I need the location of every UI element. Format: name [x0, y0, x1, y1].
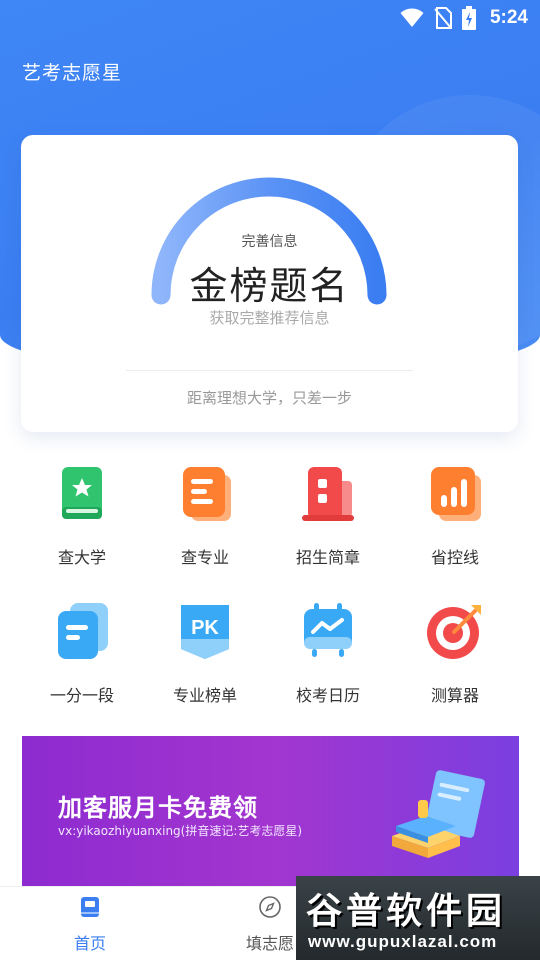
compass-icon — [259, 896, 281, 918]
promo-banner[interactable]: 加客服月卡免费领 vx:yikaozhiyuanxing(拼音速记:艺考志愿星) — [22, 736, 519, 886]
feature-label: 专业榜单 — [172, 686, 237, 705]
book-star-icon — [62, 467, 102, 519]
feature-label: 查大学 — [57, 548, 106, 567]
card-divider — [126, 370, 413, 371]
card-footer-text: 距离理想大学，只差一步 — [186, 389, 352, 407]
feature-label: 省控线 — [430, 548, 479, 567]
feature-label: 招生简章 — [295, 548, 360, 567]
app-title: 艺考志愿星 — [22, 62, 123, 84]
banner-subtitle: vx:yikaozhiyuanxing(拼音速记:艺考志愿星) — [58, 824, 303, 838]
feature-admission-brochure[interactable]: 招生简章 — [268, 461, 388, 568]
target-icon — [427, 605, 481, 659]
gauge-subtitle: 完善信息 — [241, 234, 298, 250]
feature-major-ranking[interactable]: PK 专业榜单 — [145, 599, 265, 706]
svg-text:PK: PK — [191, 617, 219, 639]
feature-label: 校考日历 — [295, 686, 360, 705]
home-book-icon — [81, 897, 99, 917]
feature-check-university[interactable]: 查大学 — [22, 461, 142, 568]
gift-books-icon — [392, 770, 485, 858]
score-card[interactable]: 完善信息 金榜题名 获取完整推荐信息 距离理想大学，只差一步 — [21, 135, 518, 432]
gauge-title: 金榜题名 — [189, 264, 350, 308]
feature-score-ranking[interactable]: 一分一段 — [22, 599, 142, 706]
no-sim-icon — [434, 7, 452, 29]
status-time: 5:24 — [489, 7, 528, 28]
feature-label: 测算器 — [430, 686, 479, 705]
feature-check-major[interactable]: 查专业 — [145, 461, 265, 568]
status-bar: 5:24 — [0, 0, 540, 36]
wifi-icon — [400, 8, 424, 27]
gauge-hint: 获取完整推荐信息 — [209, 309, 330, 327]
banner-title: 加客服月卡免费领 — [58, 794, 258, 822]
tab-home[interactable]: 首页 — [0, 887, 180, 960]
watermark-url: www.gupuxlazal.com — [308, 932, 498, 951]
document-lines-icon — [183, 467, 231, 521]
tab-label: 首页 — [73, 934, 106, 953]
battery-charging-icon — [461, 6, 476, 30]
building-icon — [302, 467, 354, 521]
bar-chart-icon — [431, 467, 481, 521]
feature-exam-calendar[interactable]: 校考日历 — [268, 599, 388, 706]
calendar-board-icon — [304, 603, 352, 657]
stacked-cards-icon — [58, 603, 108, 659]
site-watermark: 谷普软件园 www.gupuxlazal.com — [296, 876, 540, 960]
feature-label: 一分一段 — [49, 686, 114, 705]
feature-label: 查专业 — [180, 548, 229, 567]
pk-badge-icon: PK — [181, 605, 229, 659]
watermark-text: 谷普软件园 — [306, 891, 507, 932]
feature-calculator[interactable]: 测算器 — [395, 599, 515, 706]
feature-provincial-line[interactable]: 省控线 — [395, 461, 515, 568]
